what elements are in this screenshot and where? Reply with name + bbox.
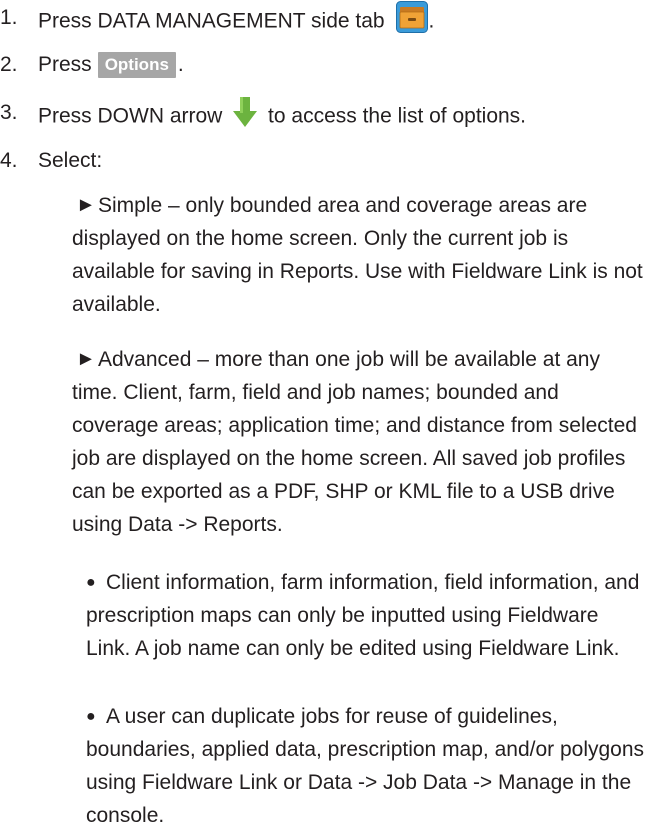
step-number: 3. [0,101,18,124]
step-text: Press DOWN arrow [38,104,223,128]
options-button[interactable]: Options [97,52,176,78]
step-text: Press DATA MANAGEMENT side tab [38,9,385,33]
sub-bullet-text: A user can duplicate jobs for reuse of g… [86,705,645,827]
step-number: 2. [0,53,18,76]
instruction-page: 1. Press DATA MANAGEMENT side tab . 2. P… [0,0,652,834]
down-arrow-icon [232,96,258,138]
step-suffix: to access the list of options. [268,104,527,128]
step-number: 1. [0,6,18,29]
option-text: Simple – only bounded area and coverage … [72,194,643,316]
step-number: 4. [0,149,18,172]
data-management-folder-icon [396,1,429,43]
step-suffix: . [177,53,184,76]
step-text: Press [38,53,92,76]
sub-bullet-text: Client information, farm information, fi… [86,571,640,660]
step-suffix: . [428,9,435,33]
step-text: Select: [38,149,103,172]
option-text: Advanced – more than one job will be ava… [72,348,637,536]
